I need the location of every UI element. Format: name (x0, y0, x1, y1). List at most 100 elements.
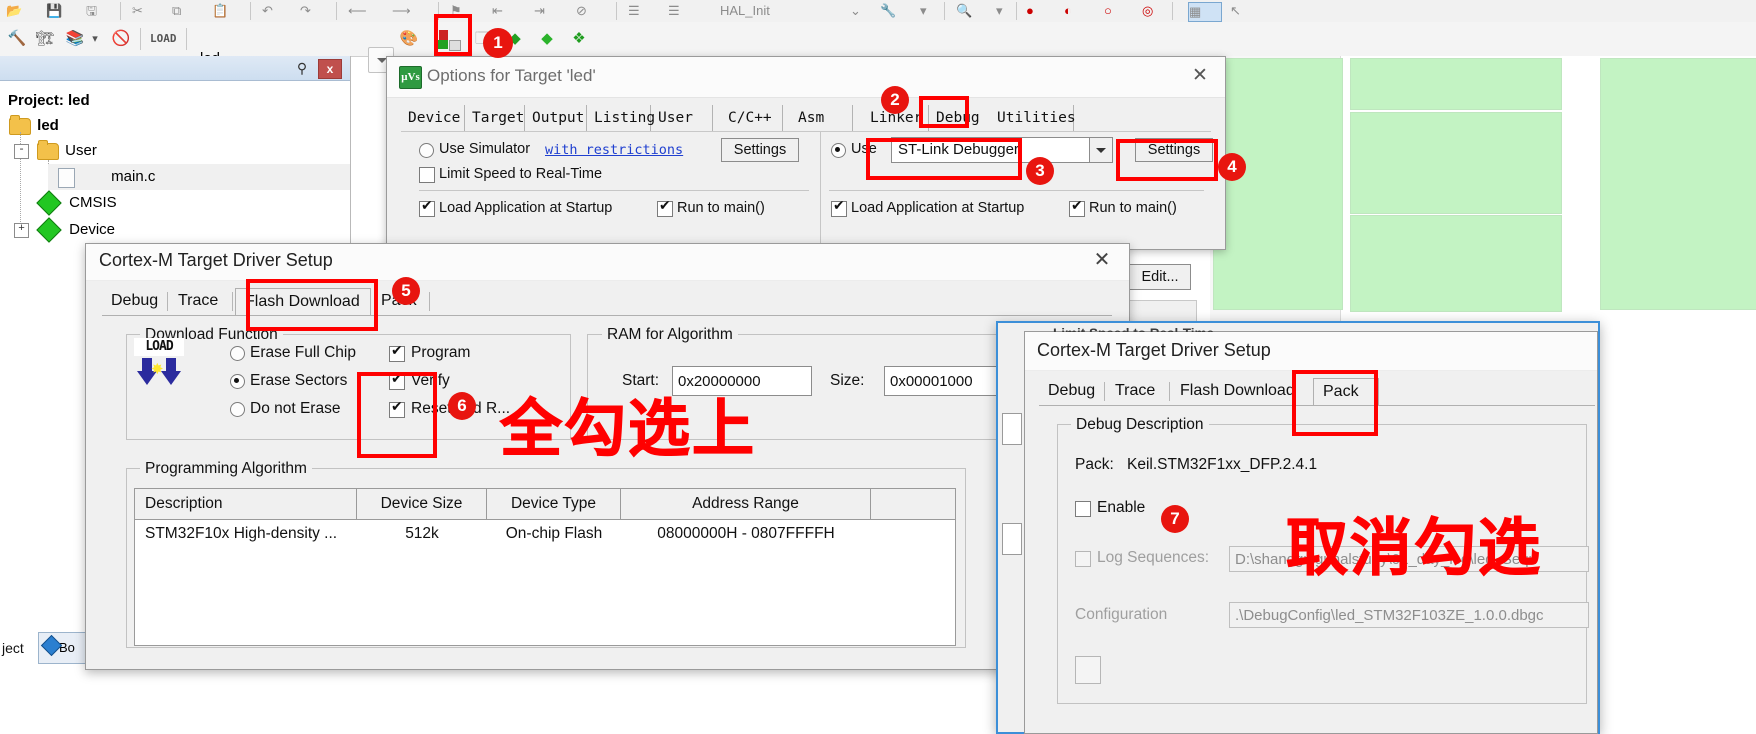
tab-trace[interactable]: Trace (1106, 378, 1170, 406)
erase-full-chip-radio[interactable] (230, 346, 245, 361)
divider (419, 190, 809, 191)
tab-output[interactable]: Output (525, 105, 587, 131)
dialog-title: Cortex-M Target Driver Setup (1037, 340, 1271, 360)
tab-debug[interactable]: Debug (102, 288, 168, 316)
breakpoint-clear-icon[interactable]: ○ (1104, 2, 1112, 20)
tab-utilities[interactable]: Utilities (990, 105, 1076, 131)
project-window-icon[interactable]: ▦ (1188, 2, 1222, 22)
tab-label: Flash Download (1180, 382, 1295, 399)
tree-item-main-c[interactable]: main.c (48, 164, 350, 190)
close-icon[interactable]: ✕ (1189, 66, 1211, 88)
redo-icon[interactable]: ↷ (300, 2, 311, 20)
breakpoint-all-icon[interactable]: ◎ (1142, 2, 1153, 20)
limit-speed-label: Limit Speed to Real-Time (439, 166, 603, 182)
chevron-down-icon[interactable] (1089, 138, 1112, 162)
open-file-icon[interactable]: 📂 (6, 2, 22, 20)
tab-listing[interactable]: Listing (587, 105, 655, 131)
pointer-icon[interactable]: ↖ (1230, 2, 1241, 20)
use-simulator-radio[interactable] (419, 143, 434, 158)
align-icon[interactable]: ☰ (628, 2, 640, 20)
rebuild-icon[interactable]: 🏗 (32, 26, 58, 52)
load-app-checkbox-right[interactable] (831, 198, 847, 217)
indent-left-icon[interactable]: ⇤ (492, 2, 503, 20)
programming-algorithm-table[interactable]: Description Device Size Device Type Addr… (134, 488, 956, 646)
tree-expander-device[interactable]: + (14, 223, 29, 238)
save-icon[interactable]: 💾 (46, 2, 62, 20)
save-all-icon[interactable]: 🖫 (86, 2, 97, 20)
tab-device[interactable]: Device (401, 105, 465, 131)
breakpoint-disable-icon[interactable]: ◐ (1064, 2, 1072, 20)
tab-trace[interactable]: Trace (169, 288, 233, 316)
pack-extra-control[interactable] (1075, 656, 1101, 684)
annotation-note-uncheck: 取消勾选 (1285, 511, 1543, 585)
build-icon[interactable]: 🔨 (4, 26, 30, 52)
top-toolbar-strip: 📂 💾 🖫 ✂ ⧉ 📋 ↶ ↷ ⟵ ⟶ ⚑ ⇤ ⇥ ⊘ ☰ ☰ HAL_Init… (0, 0, 1756, 23)
dropdown2-icon[interactable]: ▾ (996, 2, 1003, 20)
use-debugger-radio[interactable] (831, 143, 846, 158)
tab-asm[interactable]: Asm (791, 105, 853, 131)
tab-label: Debug (1048, 382, 1096, 399)
erase-sectors-label: Erase Sectors (250, 372, 348, 389)
func-combo-arrow-icon[interactable]: ⌄ (850, 2, 861, 20)
tab-c-cpp[interactable]: C/C++ (721, 105, 783, 131)
tree-item-device[interactable]: Device (36, 217, 115, 243)
table-row[interactable]: STM32F10x High-density ... 512k On-chip … (135, 519, 955, 551)
tab-target[interactable]: Target (465, 105, 525, 131)
tree-item-user[interactable]: User (36, 138, 97, 164)
tab-user[interactable]: User (651, 105, 713, 131)
divider (250, 2, 251, 20)
insert-icon[interactable]: 🔧 (880, 2, 896, 20)
manage-project-items-icon[interactable]: ❖ (566, 26, 592, 52)
run-to-main-checkbox-left[interactable] (657, 198, 673, 217)
align2-icon[interactable]: ☰ (668, 2, 680, 20)
batch-build-icon[interactable]: 📚 (62, 26, 88, 52)
tab-flash-download[interactable]: Flash Download (1171, 378, 1311, 406)
tree-expander-user[interactable]: - (14, 144, 29, 159)
annotation-box-5 (246, 279, 378, 331)
tree-item-cmsis[interactable]: CMSIS (36, 190, 117, 216)
close-icon[interactable]: x (318, 59, 342, 79)
back-arrow-icon[interactable]: ⟵ (348, 2, 367, 20)
cell-description: STM32F10x High-density ... (145, 525, 338, 542)
run-to-main-checkbox-right[interactable] (1069, 198, 1085, 217)
program-checkbox[interactable] (389, 343, 405, 362)
copy-icon[interactable]: ⧉ (172, 2, 181, 20)
batch-build-dropdown-icon[interactable]: ▾ (88, 26, 102, 52)
run-to-main-label-right: Run to main() (1089, 200, 1177, 216)
edit-button[interactable]: Edit... (1129, 264, 1191, 290)
indent-right-icon[interactable]: ⇥ (534, 2, 545, 20)
undo-icon[interactable]: ↶ (262, 2, 273, 20)
load-app-checkbox-left[interactable] (419, 198, 435, 217)
tab-debug[interactable]: Debug (1039, 378, 1105, 406)
breakpoint-icon[interactable]: ● (1026, 2, 1034, 20)
tree-item-led[interactable]: led (8, 113, 59, 139)
program-label: Program (411, 344, 471, 361)
folder-icon (36, 140, 59, 160)
stop-build-icon[interactable]: 🚫 (108, 26, 134, 52)
paste-icon[interactable]: 📋 (212, 2, 228, 20)
configuration-input[interactable]: .\DebugConfig\led_STM32F103ZE_1.0.0.dbgc (1229, 602, 1589, 628)
annotation-marker-4: 4 (1218, 153, 1246, 181)
log-sequences-checkbox[interactable] (1075, 551, 1091, 567)
with-restrictions-link[interactable]: with restrictions (545, 142, 683, 158)
cut-icon[interactable]: ✂ (132, 2, 143, 20)
hal-init-label: HAL_Init (720, 3, 770, 18)
pack-installer-icon[interactable]: ◆ (534, 26, 560, 52)
forward-arrow-icon[interactable]: ⟶ (392, 2, 411, 20)
zoom-icon[interactable]: 🔍 (956, 2, 972, 20)
download-icon[interactable]: LOAD (150, 26, 177, 52)
close-icon[interactable]: ✕ (1091, 250, 1113, 272)
comment-icon[interactable]: ⊘ (576, 2, 587, 20)
manage-run-time-env-icon[interactable]: 🎨 (396, 26, 422, 52)
enable-checkbox[interactable] (1075, 501, 1091, 517)
erase-sectors-radio[interactable] (230, 374, 245, 389)
dropdown-icon[interactable]: ▾ (920, 2, 927, 20)
pin-icon[interactable]: ⚲ (294, 60, 310, 76)
do-not-erase-radio[interactable] (230, 402, 245, 417)
enable-label: Enable (1097, 499, 1146, 516)
limit-speed-checkbox[interactable] (419, 167, 435, 183)
code-highlight-block (1350, 112, 1562, 214)
settings-button-left[interactable]: Settings (721, 138, 799, 162)
keil-logo-icon: μVs (399, 66, 422, 89)
cell-device-size: 512k (405, 525, 439, 542)
